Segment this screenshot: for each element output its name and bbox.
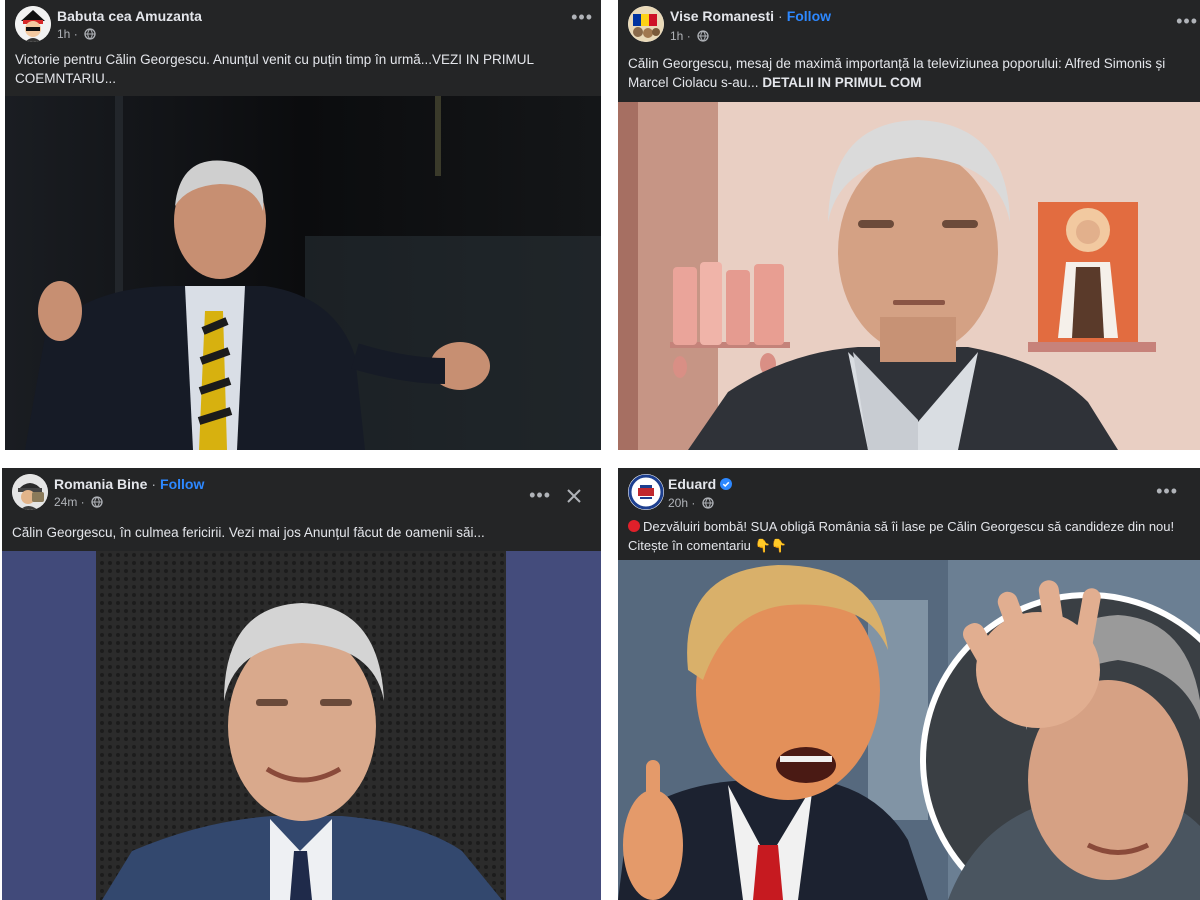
post-header: Romania Bine · Follow 24m · ••• (2, 468, 601, 512)
more-options-icon[interactable]: ••• (1176, 12, 1198, 30)
post-text: Călin Georgescu, mesaj de maximă importa… (628, 54, 1198, 92)
more-options-icon[interactable]: ••• (529, 486, 551, 504)
author-name[interactable]: Romania Bine (54, 476, 147, 492)
post-header: Vise Romanesti · Follow 1h · ••• (618, 0, 1200, 44)
post-text: Călin Georgescu, în culmea fericirii. Ve… (12, 525, 485, 540)
post-text: Dezvăluiri bombă! SUA obligă România să … (628, 517, 1198, 555)
post-time[interactable]: 1h (57, 27, 70, 41)
globe-icon (91, 496, 103, 508)
post-time[interactable]: 24m (54, 495, 77, 509)
post-card-babuta: Babuta cea Amuzanta 1h · ••• Victorie pe… (5, 0, 601, 450)
separator: · (778, 8, 783, 24)
post-text-body: Dezvăluiri bombă! SUA obligă România să … (643, 519, 1175, 534)
more-options-icon[interactable]: ••• (571, 8, 593, 26)
post-text-cta: Citește în comentariu 👇👇 (628, 538, 787, 553)
avatar[interactable] (628, 6, 664, 42)
author-name[interactable]: Vise Romanesti (670, 8, 774, 24)
avatar[interactable] (15, 6, 51, 42)
globe-icon (697, 30, 709, 42)
post-header: Babuta cea Amuzanta 1h · ••• (5, 0, 601, 44)
author-name[interactable]: Babuta cea Amuzanta (57, 8, 202, 24)
red-circle-icon (628, 520, 640, 532)
globe-icon (702, 497, 714, 509)
avatar[interactable] (12, 474, 48, 510)
post-card-romania-bine: Romania Bine · Follow 24m · ••• Călin Geor… (2, 468, 601, 900)
post-image[interactable] (618, 102, 1200, 450)
post-image[interactable] (2, 551, 601, 900)
follow-button[interactable]: Follow (160, 476, 204, 492)
close-icon[interactable] (567, 489, 581, 503)
separator: · (151, 476, 157, 492)
post-text-cta: DETALII IN PRIMUL COM (762, 75, 922, 90)
more-options-icon[interactable]: ••• (1156, 482, 1178, 500)
post-time[interactable]: 20h (668, 496, 688, 510)
post-header: Eduard 20h · ••• (618, 468, 1200, 512)
follow-button[interactable]: Follow (787, 8, 831, 24)
post-card-vise-romanesti: Vise Romanesti · Follow 1h · ••• Călin Geo… (618, 0, 1200, 450)
post-image[interactable] (618, 560, 1200, 900)
globe-icon (84, 28, 96, 40)
post-time[interactable]: 1h (670, 29, 683, 43)
verified-badge-icon (720, 478, 733, 490)
post-image[interactable] (5, 96, 601, 450)
avatar[interactable] (628, 474, 664, 510)
author-name[interactable]: Eduard (668, 476, 716, 492)
post-text: Victorie pentru Călin Georgescu. Anunțul… (15, 52, 534, 86)
post-card-eduard: Eduard 20h · ••• Dezvăluiri bombă! SUA o… (618, 468, 1200, 900)
